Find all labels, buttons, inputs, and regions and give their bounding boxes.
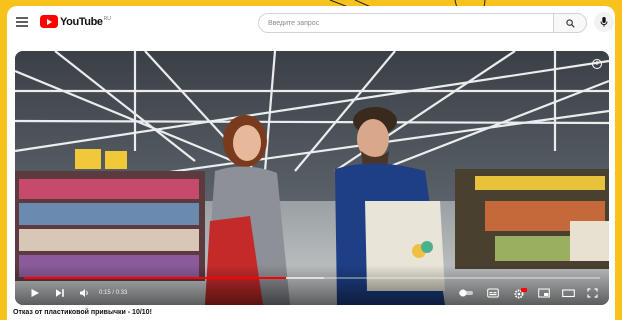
top-bar: YouTube RU xyxy=(7,6,615,40)
logo-text: YouTube xyxy=(60,16,103,28)
youtube-logo[interactable]: YouTube RU xyxy=(40,15,111,29)
region-code: RU xyxy=(103,16,111,22)
controls-overlay xyxy=(15,265,609,305)
fullscreen-icon[interactable] xyxy=(587,288,598,298)
menu-icon[interactable] xyxy=(16,17,28,27)
youtube-window: YouTube RU Введите запрос i 0:15 / 0:33 … xyxy=(7,6,615,320)
settings-icon[interactable] xyxy=(513,288,527,299)
mic-icon xyxy=(600,17,608,27)
play-icon[interactable] xyxy=(30,288,40,298)
info-icon[interactable]: i xyxy=(592,59,602,69)
video-player[interactable]: i 0:15 / 0:33 xyxy=(15,51,609,305)
search-input[interactable] xyxy=(258,13,553,33)
youtube-logo-icon xyxy=(40,15,58,28)
volume-icon[interactable] xyxy=(79,288,90,298)
progress-played xyxy=(24,277,287,279)
next-icon[interactable] xyxy=(55,288,65,298)
progress-bar[interactable] xyxy=(24,277,600,279)
time-display: 0:15 / 0:33 xyxy=(99,290,128,296)
voice-search-button[interactable] xyxy=(594,12,614,32)
search-icon xyxy=(566,19,575,28)
autoplay-toggle-icon[interactable] xyxy=(458,288,476,298)
subtitles-icon[interactable] xyxy=(487,288,499,298)
video-title: Отказ от пластиковой привычки - 10/10! xyxy=(13,309,152,316)
search-button[interactable] xyxy=(553,13,587,33)
miniplayer-icon[interactable] xyxy=(538,288,550,298)
theater-icon[interactable] xyxy=(562,288,575,298)
